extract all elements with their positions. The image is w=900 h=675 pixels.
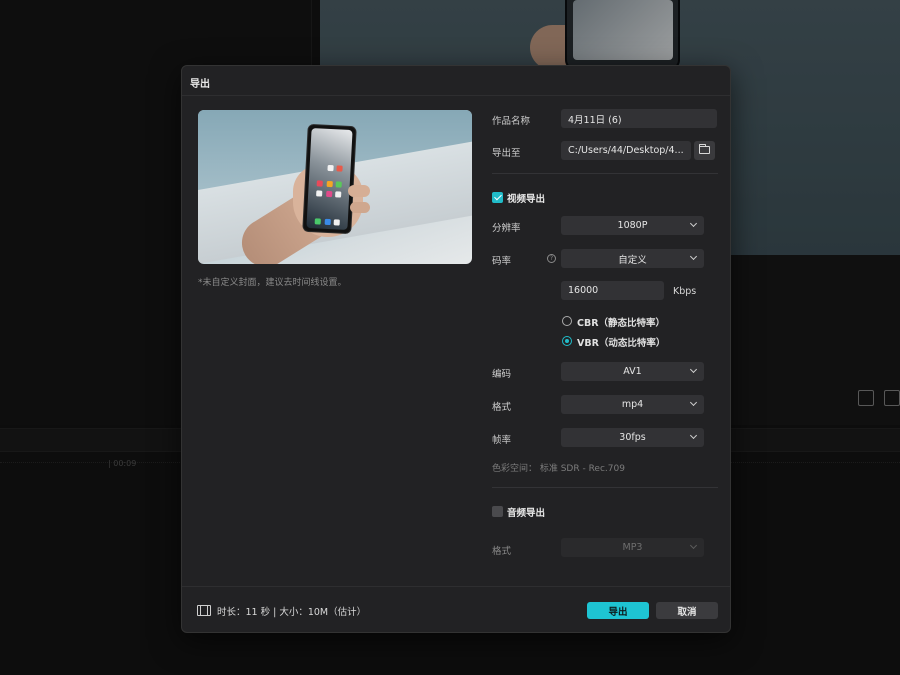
section-divider [492, 487, 718, 488]
format-select[interactable]: mp4 [561, 395, 704, 414]
chevron-down-icon [689, 431, 698, 440]
format-value: mp4 [621, 399, 644, 410]
chevron-down-icon [689, 398, 698, 407]
preview-finger [348, 185, 370, 197]
export-path-input[interactable]: C:/Users/44/Desktop/4... [561, 141, 691, 160]
dialog-title: 导出 [190, 79, 210, 90]
app-icon [336, 165, 343, 172]
chevron-down-icon [689, 541, 698, 550]
preview-phone-screen [306, 127, 353, 231]
color-space-info: 色彩空间： 标准 SDR - Rec.709 [492, 464, 625, 474]
app-icon [335, 181, 342, 188]
vbr-radio[interactable] [562, 336, 572, 346]
app-icon [316, 180, 323, 187]
resolution-label: 分辨率 [492, 223, 521, 234]
preview-finger [350, 202, 370, 213]
cbr-radio[interactable] [562, 316, 572, 326]
bitrate-label: 码率 [492, 256, 512, 267]
footer-divider [182, 586, 730, 587]
app-icon [326, 190, 333, 198]
audio-export-checkbox[interactable] [492, 506, 503, 517]
app-icon [335, 191, 342, 198]
export-dialog: 导出 *未自定义封面，建议去时间线设置。 作品名称 4月11日 (6) 导出至 … [181, 65, 731, 633]
export-button[interactable]: 导出 [587, 602, 649, 619]
app-icon [327, 164, 334, 172]
name-input[interactable]: 4月11日 (6) [561, 109, 717, 128]
audio-format-select[interactable]: MP3 [561, 538, 704, 557]
resolution-value: 1080P [617, 220, 648, 231]
help-icon[interactable]: ? [547, 254, 556, 263]
framerate-label: 帧率 [492, 435, 512, 446]
app-icon [314, 218, 321, 225]
resolution-select[interactable]: 1080P [561, 216, 704, 235]
audio-format-label: 格式 [492, 546, 512, 557]
bitrate-mode-select[interactable]: 自定义 [561, 249, 704, 268]
app-icon [316, 190, 323, 197]
chevron-down-icon [689, 365, 698, 374]
film-icon [197, 605, 211, 616]
folder-icon [699, 144, 710, 154]
bitrate-input[interactable]: 16000 [561, 281, 664, 300]
codec-select[interactable]: AV1 [561, 362, 704, 381]
format-label: 格式 [492, 402, 512, 413]
audio-format-value: MP3 [622, 542, 643, 553]
preview-phone [302, 123, 357, 235]
name-label: 作品名称 [492, 116, 531, 127]
audio-export-label: 音频导出 [507, 508, 546, 519]
video-export-label: 视频导出 [507, 194, 546, 205]
chevron-down-icon [689, 252, 698, 261]
browse-folder-button[interactable] [694, 141, 715, 160]
cover-note: *未自定义封面，建议去时间线设置。 [198, 278, 347, 288]
title-divider [182, 95, 730, 96]
framerate-select[interactable]: 30fps [561, 428, 704, 447]
cancel-button[interactable]: 取消 [656, 602, 718, 619]
section-divider [492, 173, 718, 174]
duration-size-info: 时长：11 秒 | 大小：10M（估计） [217, 607, 367, 618]
vbr-label[interactable]: VBR（动态比特率） [577, 335, 665, 349]
bitrate-mode-value: 自定义 [618, 254, 647, 266]
codec-value: AV1 [623, 366, 642, 377]
video-export-checkbox[interactable] [492, 192, 503, 203]
framerate-value: 30fps [619, 432, 646, 443]
export-to-label: 导出至 [492, 148, 521, 159]
app-icon [324, 218, 331, 226]
app-icon [333, 219, 340, 226]
cover-preview [198, 110, 472, 264]
cbr-label[interactable]: CBR（静态比特率） [577, 315, 665, 329]
bitrate-unit: Kbps [673, 286, 697, 297]
chevron-down-icon [689, 219, 698, 228]
app-icon [326, 180, 333, 188]
codec-label: 编码 [492, 369, 512, 380]
